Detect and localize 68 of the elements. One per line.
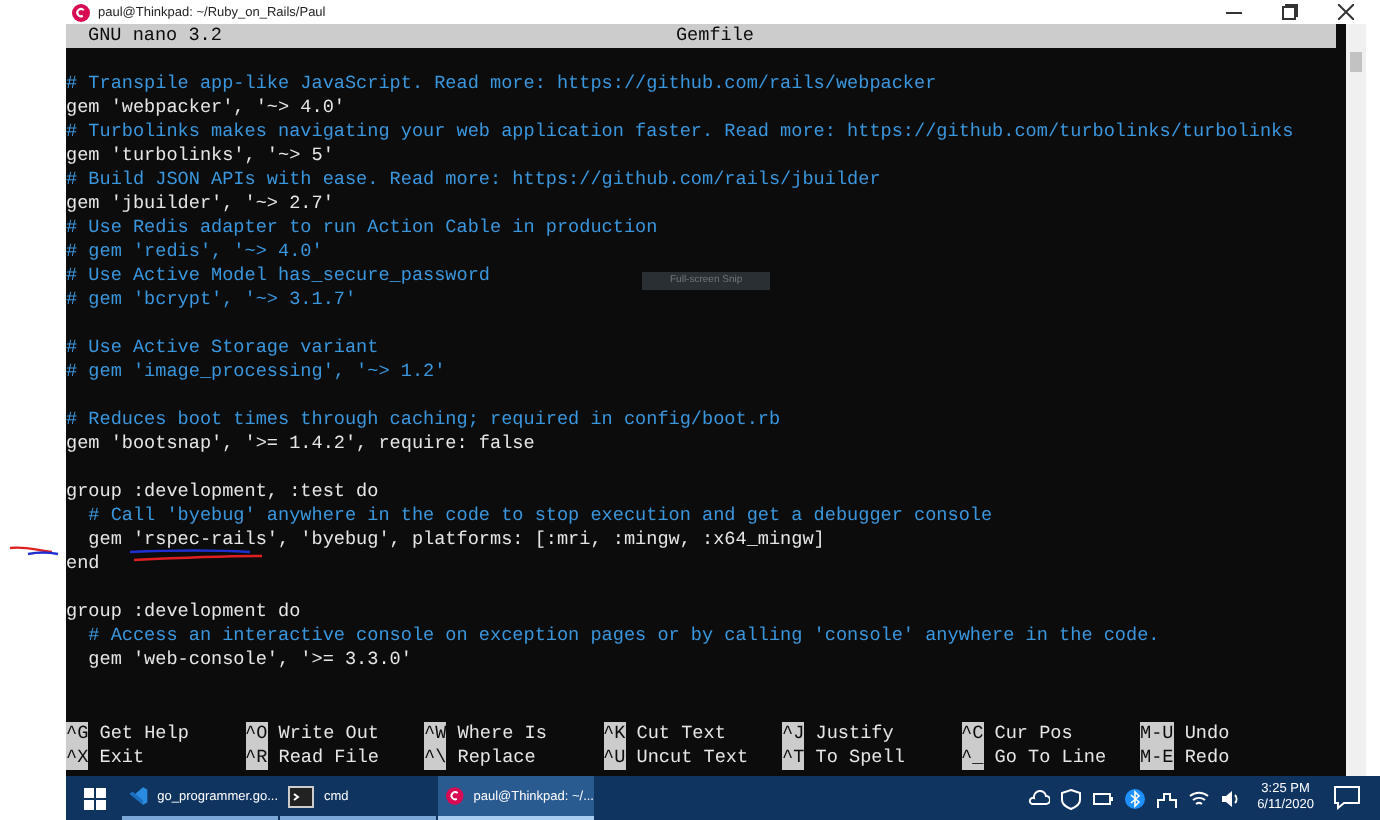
code-line: gem 'turbolinks', '~> 5' [66, 144, 334, 166]
shortcut-label: Replace [457, 746, 536, 770]
code-line: gem 'jbuilder', '~> 2.7' [66, 192, 334, 214]
shortcut-label: To Spell [815, 746, 905, 770]
swirl-icon [446, 784, 464, 808]
code-comment: # Access an interactive console on exception pages or by calling 'console' anywhere in the code. [86, 624, 1160, 646]
shortcut-key: ^C [961, 722, 984, 746]
shortcut-label: Where Is [457, 722, 547, 746]
shortcut-key: ^U [603, 746, 626, 770]
code-comment: # Use Active Storage variant [66, 336, 379, 358]
shortcut-label: Get Help [99, 722, 189, 746]
shortcut-label: Redo [1184, 746, 1230, 770]
code-comment: # Call 'byebug' anywhere in the code to stop execution and get a debugger console [86, 504, 993, 526]
shortcut-label: Go To Line [994, 746, 1107, 770]
code-line: end [66, 552, 100, 574]
speech-bubble-icon[interactable] [1334, 786, 1360, 810]
bluetooth-icon[interactable] [1123, 787, 1146, 809]
editor-version: GNU nano 3.2 [88, 24, 222, 48]
code-line: gem 'web-console', '>= 3.3.0' [86, 648, 412, 670]
wifi-icon[interactable] [1187, 787, 1210, 809]
code-line: gem 'bootsnap', '>= 1.4.2', require: false [66, 432, 535, 454]
shortcut-key: ^T [782, 746, 805, 770]
code-line: group :development, :test do [66, 480, 379, 502]
code-comment: # Reduces boot times through caching; required in config/boot.rb [66, 408, 781, 430]
speaker-icon[interactable] [1219, 787, 1242, 809]
file-name: Gemfile [675, 24, 755, 48]
shortcut-key: ^X [66, 746, 89, 770]
shortcut-key: ^\ [424, 746, 447, 770]
shortcut-key: ^W [424, 722, 447, 746]
code-comment: # gem 'redis', '~> 4.0' [66, 240, 323, 262]
code-comment: # gem 'bcrypt', '~> 3.1.7' [66, 288, 357, 310]
battery-icon[interactable] [1091, 787, 1114, 809]
shortcut-key: ^J [782, 722, 805, 746]
scrollbar[interactable] [1346, 24, 1366, 776]
shortcut-key: ^_ [961, 746, 984, 770]
ribbon-icon [130, 784, 148, 808]
code-comment: # Turbolinks makes navigating your web application faster. Read more: https://github.com/turbolinks/turbolinks [66, 120, 1294, 142]
annotation-underline-drawing [126, 548, 266, 564]
shortcut-key: ^O [245, 722, 268, 746]
shortcut-key: M-U [1140, 722, 1174, 746]
shortcut-label: Write Out [278, 722, 379, 746]
shortcut-label: Cut Text [636, 722, 726, 746]
shortcut-label: Read File [278, 746, 379, 770]
code-line: gem 'webpacker', '~> 4.0' [66, 96, 345, 118]
code-comment: # Transpile app-like JavaScript. Read more: https://github.com/rails/webpacker [66, 72, 937, 94]
shortcut-key: ^K [603, 722, 626, 746]
shortcut-label: Justify [815, 722, 894, 746]
shortcut-label: Undo [1184, 722, 1230, 746]
annotation-arrow-drawing [8, 544, 60, 560]
cloud-icon[interactable] [1027, 787, 1050, 809]
shortcut-label: Exit [99, 746, 145, 770]
close-icon[interactable] [1338, 4, 1354, 20]
shortcut-label: Cur Pos [994, 722, 1073, 746]
maximize-icon[interactable] [1282, 4, 1298, 20]
shortcut-label: Uncut Text [636, 746, 749, 770]
shortcut-key: M-E [1140, 746, 1174, 770]
code-comment: # Build JSON APIs with ease. Read more: https://github.com/rails/jbuilder [66, 168, 881, 190]
code-comment: # Use Redis adapter to run Action Cable in production [66, 216, 658, 238]
windows-logo-icon [83, 787, 105, 809]
network-icon[interactable] [1155, 787, 1178, 809]
shortcut-key: ^G [66, 722, 89, 746]
shield-icon[interactable] [1059, 787, 1082, 809]
code-comment: # gem 'image_processing', '~> 1.2' [66, 360, 446, 382]
terminal-icon [288, 785, 314, 807]
code-comment: # Use Active Model has_secure_password [66, 264, 491, 286]
code-line: gem 'rspec-rails', 'byebug', platforms: [:mri, :mingw, :x64_mingw] [86, 528, 825, 550]
shortcut-key: ^R [245, 746, 268, 770]
code-line: group :development do [66, 600, 301, 622]
